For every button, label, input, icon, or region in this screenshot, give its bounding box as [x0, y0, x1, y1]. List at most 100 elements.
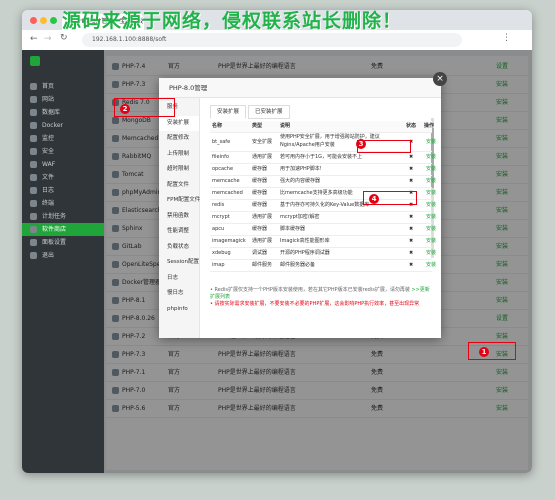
extension-type: 安全扩展 [252, 139, 273, 145]
maximize-window-button[interactable] [50, 17, 57, 24]
extension-desc: Imagick高性能图形库 [280, 238, 330, 244]
sidebar-item-4[interactable]: 监控 [22, 132, 104, 145]
install-link[interactable]: 安装 [426, 260, 436, 271]
database-icon [30, 109, 37, 116]
waf-icon [30, 161, 37, 168]
extension-type: 缓存器 [252, 226, 268, 232]
extension-name: mcrypt [212, 214, 230, 220]
globe-icon [30, 96, 37, 103]
extension-name: imap [212, 262, 225, 268]
sidebar-item-label: 网站 [42, 96, 55, 103]
dialog-nav-item-6[interactable]: FPM配置文件 [159, 193, 200, 208]
extension-desc: mcrypt加密/解密 [280, 214, 320, 220]
extension-type: 缓存器 [252, 190, 268, 196]
dialog-nav-item-12[interactable]: 慢日志 [159, 286, 199, 301]
extension-name: redis [212, 202, 225, 208]
status-x-icon: ✖ [409, 262, 414, 268]
header-name: 名称 [212, 123, 223, 129]
dialog-nav: 服务 安装扩展 配置修改 上传限制 超时限制 配置文件 FPM配置文件 禁用函数 性能调整 负载状… [159, 98, 200, 338]
dialog-nav-item-2[interactable]: 配置修改 [159, 131, 199, 146]
header-action: 操作 [424, 123, 435, 129]
shield-icon [30, 148, 37, 155]
sidebar-item-11[interactable]: 软件商店 [22, 223, 104, 236]
sidebar-item-5[interactable]: 安全 [22, 145, 104, 158]
extension-type: 通用扩展 [252, 154, 273, 160]
url-input[interactable]: 192.168.1.100:8888/soft [82, 33, 462, 47]
sidebar-item-label: 文件 [42, 174, 55, 181]
menu-icon[interactable]: ⋮ [502, 33, 511, 43]
extension-name: bt_safe [212, 139, 231, 145]
sidebar-item-8[interactable]: 日志 [22, 184, 104, 197]
dialog-nav-item-3[interactable]: 上传限制 [159, 147, 199, 162]
extension-desc: 若可用内存小于1G，可能会安装不上 [280, 154, 363, 160]
notes: • Redis扩展仅支持一个PHP版本安装使用，若在其它PHP版本已安装redi… [210, 287, 432, 308]
close-window-button[interactable] [30, 17, 37, 24]
extension-type: 缓存器 [252, 178, 268, 184]
extension-type: 缓存器 [252, 202, 268, 208]
install-link[interactable]: 安装 [426, 164, 436, 175]
watermark-text: 源码来源于网络，侵权联系站长删除！ [62, 10, 403, 32]
install-link[interactable]: 安装 [426, 176, 436, 187]
dialog-nav-item-8[interactable]: 性能调整 [159, 224, 199, 239]
sidebar-item-10[interactable]: 计划任务 [22, 210, 104, 223]
extension-desc: 用于加速PHP脚本! [280, 166, 322, 172]
dialog-nav-item-9[interactable]: 负载状态 [159, 240, 199, 255]
dialog-nav-item-7[interactable]: 禁用函数 [159, 209, 199, 224]
status-x-icon: ✖ [409, 250, 414, 256]
sidebar-item-2[interactable]: 数据库 [22, 106, 104, 119]
extension-row: apcu 缓存器 脚本缓存器 ✖ 安装 [210, 224, 436, 236]
dialog-nav-item-11[interactable]: 日志 [159, 271, 199, 286]
status-x-icon: ✖ [409, 214, 414, 220]
install-link[interactable]: 安装 [426, 200, 436, 211]
sidebar-item-label: 终端 [42, 200, 55, 207]
dialog-nav-item-5[interactable]: 配置文件 [159, 178, 199, 193]
sidebar-item-3[interactable]: Docker [22, 119, 104, 132]
tab-0[interactable]: 安装扩展 [210, 105, 247, 119]
dialog-nav-item-13[interactable]: phpinfo [159, 302, 199, 317]
tab-1[interactable]: 已安装扩展 [248, 105, 290, 119]
monitor-icon [30, 135, 37, 142]
reload-icon[interactable]: ↻ [60, 33, 68, 43]
install-link[interactable]: 安装 [426, 224, 436, 235]
sidebar-item-label: 监控 [42, 135, 55, 142]
close-icon[interactable]: × [433, 72, 447, 86]
sidebar-item-12[interactable]: 面板设置 [22, 236, 104, 249]
extension-row: opcache 缓存器 用于加速PHP脚本! ✖ 安装 [210, 164, 436, 176]
forward-icon[interactable]: → [44, 34, 52, 44]
sidebar: 首页网站数据库 Docker 监控安全 WAF 文件日志终端计划任务 软件商店 面板设置 退出 [22, 50, 104, 473]
dialog-nav-item-1[interactable]: 安装扩展 [159, 115, 199, 131]
extension-row: memcache 缓存器 强大的内容缓存器 ✖ 安装 [210, 176, 436, 188]
install-link[interactable]: 安装 [426, 188, 436, 199]
extension-row: mcrypt 通用扩展 mcrypt加密/解密 ✖ 安装 [210, 212, 436, 224]
extension-desc: 强大的内容缓存器 [280, 178, 321, 184]
sidebar-item-13[interactable]: 退出 [22, 249, 104, 262]
install-link[interactable]: 安装 [426, 138, 436, 146]
extension-row: imagemagick 通用扩展 Imagick高性能图形库 ✖ 安装 [210, 236, 436, 248]
note-warning: • 请按实际需求安装扩展，不要安装不必要的PHP扩展，这会影响PHP执行效率，甚… [210, 301, 420, 307]
sidebar-item-1[interactable]: 网站 [22, 93, 104, 106]
install-link[interactable]: 安装 [426, 236, 436, 247]
sidebar-item-label: 安全 [42, 148, 55, 155]
sidebar-item-7[interactable]: 文件 [22, 171, 104, 184]
sidebar-item-9[interactable]: 终端 [22, 197, 104, 210]
minimize-window-button[interactable] [40, 17, 47, 24]
sidebar-item-0[interactable]: 首页 [22, 80, 104, 93]
extension-row: imap 邮件服务 邮件服务器必备 ✖ 安装 [210, 260, 436, 272]
browser-window: PHP-8.0管理 - 宝塔面板 ← → ↻ 192.168.1.100:888… [22, 10, 532, 473]
dialog-nav-item-10[interactable]: Session配置 [159, 255, 199, 270]
sidebar-item-6[interactable]: WAF [22, 158, 104, 171]
back-icon[interactable]: ← [30, 34, 38, 44]
extension-type: 邮件服务 [252, 262, 273, 268]
extension-name: fileinfo [212, 154, 229, 160]
install-link[interactable]: 安装 [426, 152, 436, 163]
terminal-icon [30, 200, 37, 207]
header-status: 状态 [406, 123, 417, 129]
badge-3: 3 [356, 139, 366, 149]
sidebar-item-label: 首页 [42, 83, 55, 90]
dialog-nav-item-4[interactable]: 超时限制 [159, 162, 199, 177]
dialog-title-text: PHP-8.0管理 [169, 84, 208, 92]
install-link[interactable]: 安装 [426, 212, 436, 223]
extension-type: 通用扩展 [252, 214, 273, 220]
install-link[interactable]: 安装 [426, 248, 436, 259]
extension-name: memcache [212, 178, 240, 184]
